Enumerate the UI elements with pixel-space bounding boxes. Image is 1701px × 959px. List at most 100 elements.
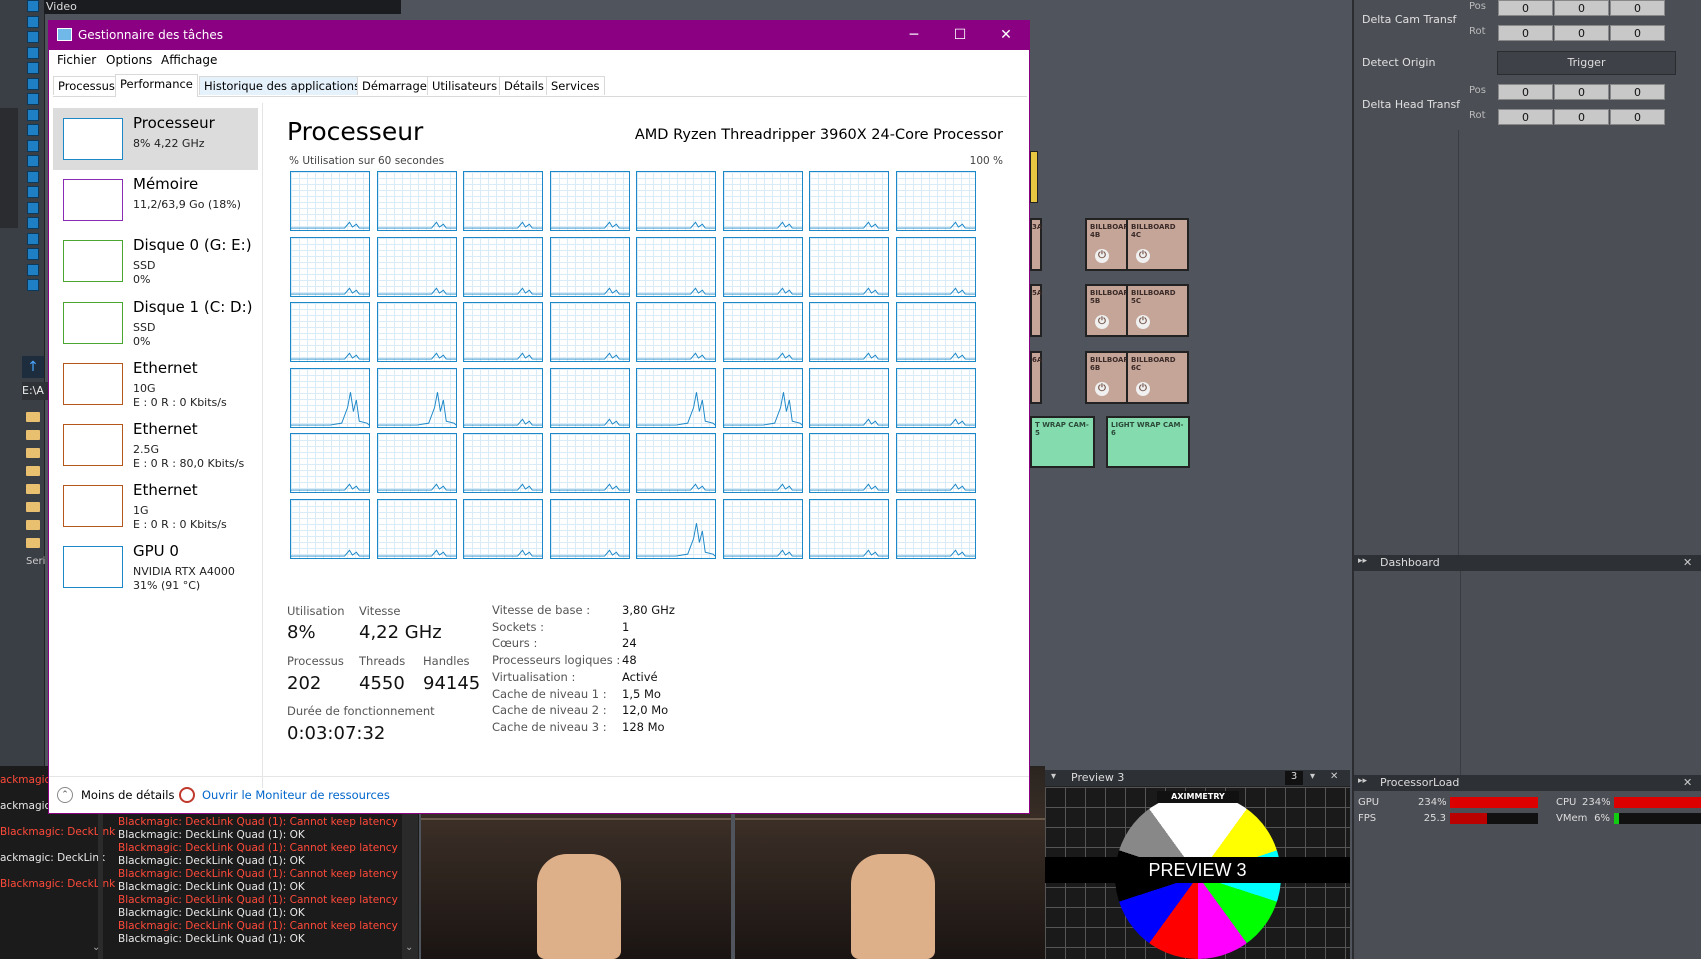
cpu-usage-line: [464, 286, 542, 295]
power-icon[interactable]: ⏻: [1136, 315, 1150, 329]
power-icon[interactable]: ⏻: [1095, 382, 1109, 396]
folder-icon[interactable]: [26, 448, 40, 458]
tile-billboard-4c[interactable]: BILLBOARD 4C ⏻: [1126, 218, 1189, 271]
expand-icon[interactable]: ▾: [1051, 771, 1056, 782]
cam-rot-x[interactable]: 0: [1498, 25, 1553, 41]
layer-checkbox[interactable]: [27, 232, 39, 245]
title-bar[interactable]: Gestionnaire des tâches ─ ☐ ✕: [49, 21, 1029, 50]
tile-light-wrap-cam-5[interactable]: T WRAP CAM-5: [1030, 416, 1095, 468]
layer-checkbox[interactable]: [27, 139, 39, 152]
chevron-down-icon[interactable]: ▾: [1310, 771, 1315, 782]
tab-demarrage[interactable]: Démarrage: [357, 76, 432, 95]
layer-checkbox[interactable]: [27, 62, 39, 74]
expand-icon[interactable]: ▸▸: [1358, 776, 1367, 786]
sidebar-item-5[interactable]: Ethernet 2.5G E : 0 R : 80,0 Kbits/s: [53, 414, 258, 476]
scrollbar[interactable]: [0, 108, 18, 228]
layer-checkbox[interactable]: [27, 186, 39, 198]
tile-3a[interactable]: 3A: [1030, 218, 1042, 271]
sidebar-item-2[interactable]: Disque 0 (G: E:) SSD 0%: [53, 230, 258, 292]
menu-fichier[interactable]: Fichier: [57, 53, 96, 67]
less-details-link[interactable]: Moins de détails: [81, 788, 174, 802]
folder-icon[interactable]: [26, 466, 40, 476]
yellow-node-edge: [1030, 151, 1038, 203]
cam-rot-z[interactable]: 0: [1610, 25, 1665, 41]
log-source: ackmagic: DeckLink: [0, 852, 106, 864]
layer-checkbox[interactable]: [27, 170, 39, 183]
head-pos-y[interactable]: 0: [1554, 84, 1609, 100]
close-icon[interactable]: ✕: [1683, 556, 1692, 569]
sidebar-item-6[interactable]: Ethernet 1G E : 0 R : 0 Kbits/s: [53, 475, 258, 537]
folder-icon[interactable]: [26, 520, 40, 530]
expand-icon[interactable]: ▸▸: [1358, 556, 1367, 566]
trigger-button[interactable]: Trigger: [1497, 51, 1676, 75]
sidebar-item-0[interactable]: Processeur 8% 4,22 GHz: [53, 108, 258, 170]
chevron-up-icon[interactable]: ⌃: [57, 787, 73, 803]
layer-checkbox[interactable]: [27, 155, 39, 167]
layer-checkbox[interactable]: [27, 248, 39, 260]
sidebar-item-4[interactable]: Ethernet 10G E : 0 R : 0 Kbits/s: [53, 353, 258, 415]
path-field[interactable]: E:\A: [22, 382, 48, 400]
preview-number[interactable]: 3: [1285, 771, 1303, 785]
layer-checkbox[interactable]: [27, 93, 39, 105]
sidebar-item-7[interactable]: GPU 0 NVIDIA RTX A4000 31% (91 °C): [53, 536, 258, 598]
folder-icon[interactable]: [26, 502, 40, 512]
layer-checkbox[interactable]: [27, 108, 39, 121]
head-rot-z[interactable]: 0: [1610, 109, 1665, 125]
scroll-down-icon[interactable]: ⌄: [405, 942, 413, 953]
menu-options[interactable]: Options: [106, 53, 152, 67]
folder-icon[interactable]: [26, 430, 40, 440]
cam-pos-x[interactable]: 0: [1498, 0, 1553, 16]
tab-details[interactable]: Détails: [499, 76, 549, 95]
cpu-usage-line: [637, 391, 716, 426]
layer-checkbox[interactable]: [27, 201, 39, 214]
layer-checkbox[interactable]: [27, 31, 39, 43]
upload-icon[interactable]: ↑: [22, 356, 44, 378]
head-pos-x[interactable]: 0: [1498, 84, 1553, 100]
menu-affichage[interactable]: Affichage: [161, 53, 217, 67]
power-icon[interactable]: ⏻: [1136, 249, 1150, 263]
tab-services[interactable]: Services: [546, 76, 605, 95]
close-button[interactable]: ✕: [983, 21, 1029, 50]
layer-checkbox[interactable]: [27, 0, 39, 12]
maximize-button[interactable]: ☐: [937, 21, 983, 50]
tab-historique[interactable]: Historique des applications: [199, 76, 366, 95]
layer-checkbox[interactable]: [27, 124, 39, 136]
layer-checkbox[interactable]: [27, 46, 39, 59]
tile-billboard-5c[interactable]: BILLBOARD 5C ⏻: [1126, 284, 1189, 337]
head-pos-z[interactable]: 0: [1610, 84, 1665, 100]
head-rot-x[interactable]: 0: [1498, 109, 1553, 125]
cpu-core-graph: [376, 302, 457, 362]
layer-checkbox[interactable]: [27, 279, 39, 291]
cam-pos-y[interactable]: 0: [1554, 0, 1609, 16]
close-icon[interactable]: ✕: [1330, 771, 1338, 782]
power-icon[interactable]: ⏻: [1136, 382, 1150, 396]
sidebar-item-3[interactable]: Disque 1 (C: D:) SSD 0%: [53, 292, 258, 354]
folder-icon[interactable]: [26, 412, 40, 422]
minimize-button[interactable]: ─: [891, 21, 937, 50]
power-icon[interactable]: ⏻: [1095, 249, 1109, 263]
scroll-down-icon[interactable]: ⌄: [92, 942, 100, 953]
folder-icon[interactable]: [26, 538, 40, 548]
cam-pos-z[interactable]: 0: [1610, 0, 1665, 16]
layer-checkbox[interactable]: [27, 263, 39, 276]
tile-6a[interactable]: 6A: [1030, 351, 1042, 404]
layer-checkbox[interactable]: [27, 217, 39, 229]
power-icon[interactable]: ⏻: [1095, 315, 1109, 329]
cpu-core-graph: [636, 236, 716, 297]
tile-light-wrap-cam-6[interactable]: LIGHT WRAP CAM-6: [1106, 416, 1190, 468]
cam-rot-y[interactable]: 0: [1554, 25, 1609, 41]
folder-icon[interactable]: [26, 484, 40, 494]
tab-processus[interactable]: Processus: [53, 76, 120, 95]
tile-5a[interactable]: 5A: [1030, 284, 1042, 337]
preview-label: PREVIEW 3: [1045, 857, 1350, 883]
resource-monitor-link[interactable]: Ouvrir le Moniteur de ressources: [202, 788, 390, 802]
sidebar-item-1[interactable]: Mémoire 11,2/63,9 Go (18%): [53, 169, 258, 231]
tab-utilisateurs[interactable]: Utilisateurs: [427, 76, 503, 95]
head-rot-y[interactable]: 0: [1554, 109, 1609, 125]
tile-billboard-6c[interactable]: BILLBOARD 6C ⏻: [1126, 351, 1189, 404]
close-icon[interactable]: ✕: [1683, 776, 1692, 789]
layer-checkbox[interactable]: [27, 15, 39, 28]
tab-performance[interactable]: Performance: [115, 74, 198, 97]
cpu-value: 234%: [1582, 797, 1611, 808]
layer-checkbox[interactable]: [27, 77, 39, 90]
